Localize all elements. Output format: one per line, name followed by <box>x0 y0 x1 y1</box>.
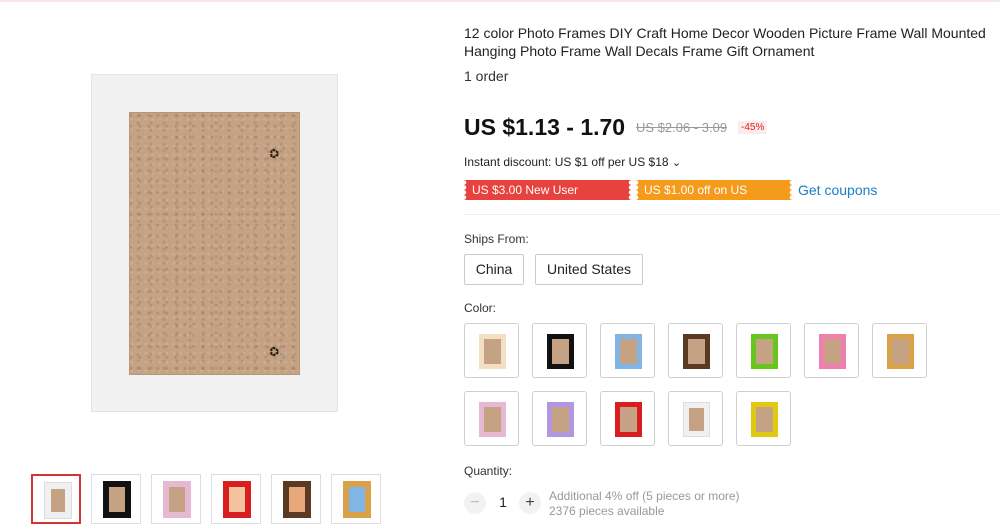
ship-option-united-states[interactable]: United States <box>535 254 643 285</box>
thumbnail-1[interactable] <box>31 474 81 524</box>
quantity-increase-button[interactable]: + <box>519 492 541 514</box>
thumbnail-4[interactable] <box>211 474 261 524</box>
new-user-coupon[interactable]: US $3.00 New User Coupon <box>464 180 631 217</box>
instant-discount[interactable]: Instant discount: US $1 off per US $18 ⌄ <box>464 155 681 169</box>
quantity-decrease-button[interactable]: − <box>464 492 486 514</box>
color-swatch-light-pink[interactable] <box>464 391 519 446</box>
get-coupons-link[interactable]: Get coupons <box>798 182 877 198</box>
original-price: US $2.06 - 3.09 <box>636 120 728 135</box>
ships-from-label: Ships From: <box>464 232 529 246</box>
frame-backing-board: ♻ ♻ <box>129 112 300 375</box>
color-swatch-green[interactable] <box>736 323 791 378</box>
color-swatch-yellow[interactable] <box>736 391 791 446</box>
thumbnail-strip <box>31 474 381 524</box>
color-label: Color: <box>464 301 497 315</box>
color-swatch-wood[interactable] <box>872 323 927 378</box>
chevron-down-icon: ⌄ <box>671 157 682 169</box>
quantity-label: Quantity: <box>464 464 513 478</box>
instant-discount-text: Instant discount: US $1 off per US $18 <box>464 155 669 169</box>
thumbnail-3[interactable] <box>151 474 201 524</box>
quantity-value[interactable]: 1 <box>494 494 512 510</box>
recycle-icon: ♻ <box>265 345 281 358</box>
discount-badge: -45% <box>738 121 768 134</box>
color-swatch-white[interactable] <box>668 391 723 446</box>
bulk-discount-note: Additional 4% off (5 pieces or more) <box>549 489 740 503</box>
thumbnail-frame <box>343 481 371 518</box>
store-coupon[interactable]: US $1.00 off on US $18.00 <box>636 180 792 217</box>
ship-option-china[interactable]: China <box>464 254 524 285</box>
color-swatch-pink[interactable] <box>804 323 859 378</box>
order-count: 1 order <box>464 68 509 84</box>
pieces-available: 2376 pieces available <box>549 504 665 518</box>
color-swatch-blue[interactable] <box>600 323 655 378</box>
color-swatch-natural[interactable] <box>464 323 519 378</box>
photo-frame-image: ♻ ♻ <box>91 74 338 412</box>
thumbnail-frame <box>44 482 72 519</box>
thumbnail-2[interactable] <box>91 474 141 524</box>
color-swatch-purple[interactable] <box>532 391 587 446</box>
thumbnail-frame <box>163 481 191 518</box>
product-title: 12 color Photo Frames DIY Craft Home Dec… <box>464 25 986 59</box>
thumbnail-frame <box>103 481 131 518</box>
top-border <box>0 0 1000 2</box>
color-swatch-brown[interactable] <box>668 323 723 378</box>
current-price: US $1.13 - 1.70 <box>464 114 626 140</box>
thumbnail-frame <box>223 481 251 518</box>
thumbnail-5[interactable] <box>271 474 321 524</box>
color-swatch-black[interactable] <box>532 323 587 378</box>
thumbnail-frame <box>283 481 311 518</box>
recycle-icon: ♻ <box>265 147 281 160</box>
thumbnail-6[interactable] <box>331 474 381 524</box>
color-swatch-red[interactable] <box>600 391 655 446</box>
divider <box>464 214 1000 215</box>
